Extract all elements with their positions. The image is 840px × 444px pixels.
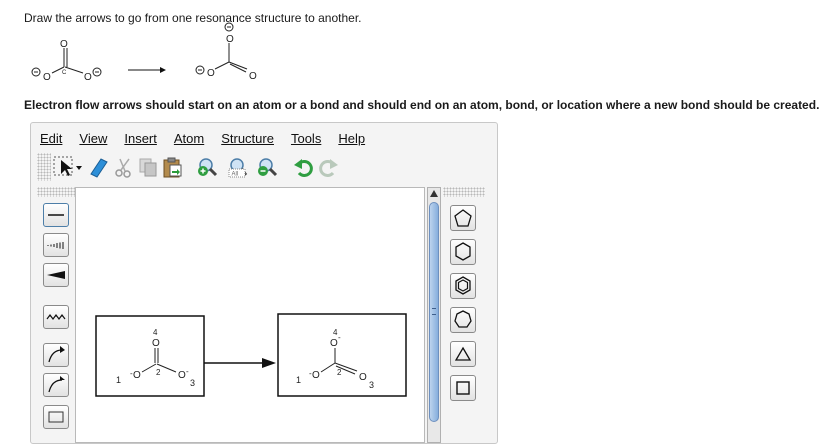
right-atom1-number: 1 <box>296 375 301 385</box>
wavy-bond-icon <box>46 314 66 320</box>
electron-pair-arrow-button[interactable] <box>43 343 69 367</box>
right-charge-left <box>195 65 205 75</box>
right-atom2-number: 2 <box>337 368 342 377</box>
cyclohexane-button[interactable] <box>450 239 476 265</box>
left-atom1-number: 1 <box>116 375 121 385</box>
left-structure <box>51 48 84 74</box>
electron-pair-arrow-icon <box>48 346 65 363</box>
canvas-drawing: 4 O 1 - O 2 O - 3 4 O - 1 - O 2 O 3 <box>95 313 407 397</box>
menu-structure[interactable]: Structure <box>212 129 282 149</box>
left-top-oxygen: O <box>60 39 68 50</box>
scrollbar-grip <box>432 308 436 315</box>
right-top-oxygen: O <box>226 34 234 45</box>
menu-tools[interactable]: Tools <box>282 129 329 149</box>
drawing-canvas[interactable]: 4 O 1 - O 2 O - 3 4 O - 1 - O 2 O 3 <box>75 187 425 443</box>
single-bond-button[interactable] <box>43 203 69 227</box>
menu-view[interactable]: View <box>70 129 115 149</box>
eraser-icon[interactable] <box>87 156 109 178</box>
cyclopropane-button[interactable] <box>450 341 476 367</box>
bond-tool-palette <box>37 187 75 443</box>
left-right-oxygen: O <box>84 72 92 83</box>
cycloheptane-icon <box>454 310 472 328</box>
right-atom3-number: 3 <box>369 380 374 390</box>
rectangle-tool-icon <box>48 411 64 423</box>
zoom-out-icon[interactable] <box>257 156 279 178</box>
left-left-oxygen: O <box>43 72 51 83</box>
menu-bar: Edit View Insert Atom Structure Tools He… <box>31 129 373 149</box>
menu-edit[interactable]: Edit <box>31 129 70 149</box>
select-tool-icon[interactable] <box>53 156 83 178</box>
left-atom3-oxygen[interactable]: O <box>178 370 186 381</box>
toolbar-grip <box>37 153 51 181</box>
right-atom1-oxygen[interactable]: O <box>312 370 320 381</box>
cycloheptane-button[interactable] <box>450 307 476 333</box>
cyclohexane-icon <box>455 242 471 261</box>
left-charge-left <box>31 67 41 77</box>
wedge-bond-button[interactable] <box>43 263 69 287</box>
hashed-bond-icon <box>47 242 64 249</box>
scroll-up-icon[interactable] <box>428 188 440 200</box>
main-toolbar: All <box>37 153 397 181</box>
left-atom4-number: 4 <box>153 328 158 337</box>
single-bond-icon <box>48 214 64 216</box>
cyclobutane-button[interactable] <box>450 375 476 401</box>
cyclopentane-icon <box>454 209 472 227</box>
canvas-vertical-scrollbar[interactable] <box>427 187 441 443</box>
single-electron-arrow-icon <box>48 376 65 393</box>
left-atom3-number: 3 <box>190 378 195 388</box>
undo-icon[interactable] <box>293 156 315 178</box>
left-atom1-oxygen[interactable]: O <box>133 370 141 381</box>
zoom-all-label: All <box>232 172 239 178</box>
right-atom3-oxygen[interactable]: O <box>359 372 367 383</box>
redo-icon[interactable] <box>317 156 339 178</box>
left-charge-right <box>92 67 102 77</box>
copy-icon[interactable] <box>137 156 159 178</box>
rectangle-tool-button[interactable] <box>43 405 69 429</box>
cyclobutane-icon <box>456 381 470 395</box>
benzene-icon <box>455 276 471 295</box>
benzene-button[interactable] <box>450 273 476 299</box>
right-atom4-charge: - <box>338 333 341 342</box>
hashed-bond-button[interactable] <box>43 233 69 257</box>
left-atom2-number: 2 <box>156 368 161 377</box>
ring-tool-palette <box>443 187 485 443</box>
cyclopentane-button[interactable] <box>450 205 476 231</box>
left-atom4-oxygen[interactable]: O <box>152 338 160 349</box>
right-palette-grip <box>443 187 485 197</box>
instruction-hint: Electron flow arrows should start on an … <box>24 98 820 112</box>
wedge-bond-icon <box>47 271 65 279</box>
left-carbon: C <box>62 70 67 76</box>
canvas-arrow-head <box>262 358 276 368</box>
cyclopropane-icon <box>454 346 472 361</box>
scrollbar-thumb[interactable] <box>429 202 439 422</box>
left-palette-grip <box>37 187 75 197</box>
right-atom4-oxygen[interactable]: O <box>330 338 338 349</box>
structure-editor: Edit View Insert Atom Structure Tools He… <box>30 122 498 444</box>
left-atom3-charge: - <box>186 367 189 376</box>
zoom-in-icon[interactable] <box>197 156 219 178</box>
single-electron-arrow-button[interactable] <box>43 373 69 397</box>
menu-atom[interactable]: Atom <box>165 129 212 149</box>
right-left-oxygen: O <box>207 68 215 79</box>
right-structure <box>214 43 248 73</box>
right-right-oxygen: O <box>249 71 257 82</box>
reaction-arrow <box>128 67 166 73</box>
paste-icon[interactable] <box>161 156 183 178</box>
cut-icon[interactable] <box>113 156 135 178</box>
left-structure-box[interactable] <box>95 315 205 397</box>
zoom-all-icon[interactable]: All <box>225 156 253 178</box>
reaction-scheme: O O O C O O O <box>31 22 257 83</box>
right-charge-top <box>224 22 234 32</box>
menu-insert[interactable]: Insert <box>115 129 165 149</box>
wavy-bond-button[interactable] <box>43 305 69 329</box>
menu-help[interactable]: Help <box>329 129 373 149</box>
